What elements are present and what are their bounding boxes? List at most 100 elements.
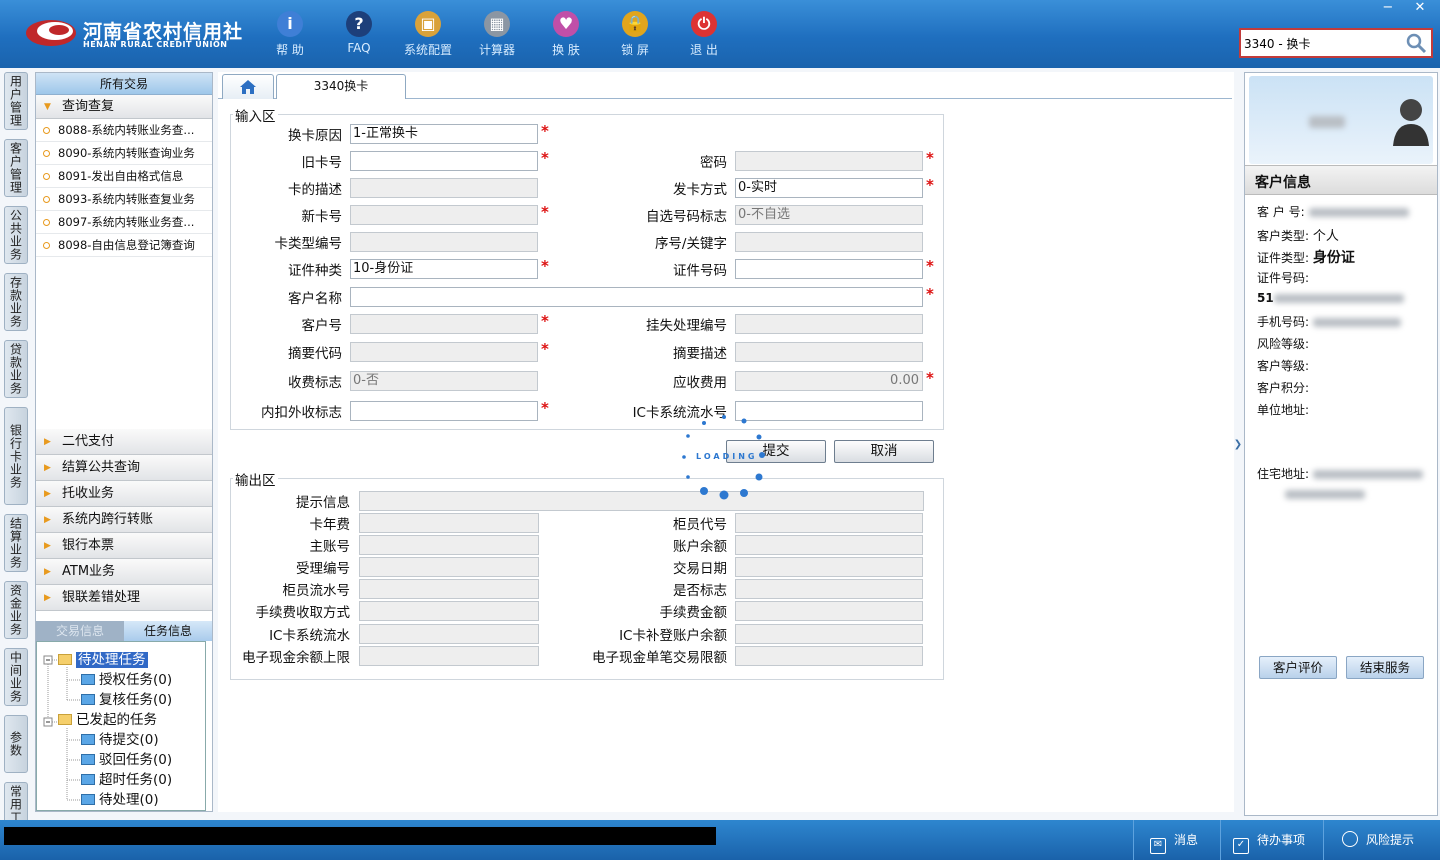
fee-amount-output[interactable] — [735, 601, 923, 621]
toolbar-button-5[interactable]: 🔒 锁 屏 — [605, 8, 665, 60]
end-service-button[interactable]: 结束服务 — [1346, 656, 1424, 679]
toolbar-button-4[interactable]: ♥ 换 肤 — [536, 8, 596, 60]
vertical-tab-5[interactable]: 银行卡业务 — [4, 407, 28, 505]
ecash-limit-output[interactable] — [359, 646, 539, 666]
minimize-button[interactable]: − — [1374, 0, 1402, 18]
acct-balance-output[interactable] — [735, 535, 923, 555]
old-card-input[interactable] — [350, 151, 538, 171]
nav-item[interactable]: 8093-系统内转账查复业务 — [36, 188, 212, 211]
password-input[interactable] — [735, 151, 923, 171]
ic-balance-output[interactable] — [735, 624, 923, 644]
new-card-input[interactable] — [350, 205, 538, 225]
toolbar-button-2[interactable]: ▣ 系统配置 — [398, 8, 458, 60]
transaction-navigator: 所有交易 ▼ 查询查复 8088-系统内转账业务查... 8090-系统内转账查询业… — [35, 72, 213, 812]
accept-no-output[interactable] — [359, 557, 539, 577]
toolbar-button-0[interactable]: i 帮 助 — [260, 8, 320, 60]
id-number-input[interactable] — [735, 259, 923, 279]
tab-3340-change-card[interactable]: 3340换卡 — [276, 74, 406, 99]
group-query-reply[interactable]: ▼ 查询查复 — [36, 95, 212, 119]
inout-flag-select[interactable] — [350, 401, 538, 421]
task-list-icon — [81, 694, 95, 705]
vertical-tab-9[interactable]: 参数 — [4, 715, 28, 773]
change-reason-select[interactable]: 1-正常换卡 — [350, 124, 538, 144]
fee-flag-select[interactable]: 0-否 — [350, 371, 538, 391]
company-address-row: 单位地址: — [1257, 401, 1309, 418]
vertical-tab-0[interactable]: 用户管理 — [4, 72, 28, 130]
transaction-search-box[interactable] — [1239, 28, 1433, 58]
tree-node-label: 驳回任务(0) — [99, 752, 173, 768]
fee-due-input[interactable]: 0.00 — [735, 371, 923, 391]
vertical-tab-2[interactable]: 公共业务 — [4, 206, 28, 264]
risk-alert-button[interactable]: 风险提示 — [1342, 828, 1414, 852]
message-button[interactable]: ✉ 消息 — [1150, 828, 1198, 854]
customer-name-input[interactable] — [350, 287, 923, 307]
tree-node-rejected[interactable]: 驳回任务(0) — [81, 751, 172, 769]
vertical-tab-6[interactable]: 结算业务 — [4, 514, 28, 572]
vertical-tab-7[interactable]: 资金业务 — [4, 581, 28, 639]
all-transactions-header[interactable]: 所有交易 — [36, 73, 212, 95]
nav-group-label: 托收业务 — [62, 486, 115, 501]
seq-key-input[interactable] — [735, 232, 923, 252]
tree-node-auth-tasks[interactable]: 授权任务(0) — [81, 671, 172, 689]
bullet-icon — [43, 219, 50, 226]
nav-item[interactable]: 8090-系统内转账查询业务 — [36, 142, 212, 165]
trade-date-output[interactable] — [735, 557, 923, 577]
nav-item[interactable]: 8098-自由信息登记簿查询 — [36, 234, 212, 257]
toolbar-button-3[interactable]: ▦ 计算器 — [467, 8, 527, 60]
card-fee-output[interactable] — [359, 513, 539, 533]
ecash-single-output[interactable] — [735, 646, 923, 666]
id-type-label: 证件类型: — [1257, 251, 1310, 265]
fee-mode-output[interactable] — [359, 601, 539, 621]
card-desc-input[interactable] — [350, 178, 538, 198]
summary-desc-input[interactable] — [735, 342, 923, 362]
vertical-tab-1[interactable]: 客户管理 — [4, 139, 28, 197]
tree-node-review-tasks[interactable]: 复核任务(0) — [81, 691, 172, 709]
summary-code-input[interactable] — [350, 342, 538, 362]
main-acct-output[interactable] — [359, 535, 539, 555]
vertical-tab-4[interactable]: 贷款业务 — [4, 340, 28, 398]
vertical-tab-3[interactable]: 存款业务 — [4, 273, 28, 331]
ic-serial-output[interactable] — [359, 624, 539, 644]
right-panel-collapse-handle[interactable]: ❯ — [1233, 420, 1243, 470]
loss-no-input[interactable] — [735, 314, 923, 334]
teller-serial-output[interactable] — [359, 579, 539, 599]
tree-node-to-submit[interactable]: 待提交(0) — [81, 731, 159, 749]
nav-group[interactable]: ▶ ATM业务 — [36, 559, 212, 585]
nav-group[interactable]: ▶ 结算公共查询 — [36, 455, 212, 481]
output-area-title: 输出区 — [233, 469, 278, 489]
id-type-select[interactable]: 10-身份证 — [350, 259, 538, 279]
cancel-button[interactable]: 取消 — [834, 440, 934, 463]
tab-trade-info[interactable]: 交易信息 — [36, 621, 124, 641]
tab-home[interactable] — [222, 74, 274, 99]
risk-row: 风险等级: — [1257, 335, 1309, 352]
tree-node-pending-tasks[interactable]: 待处理任务 — [58, 651, 148, 669]
prompt-info-output[interactable] — [359, 491, 924, 511]
card-type-select[interactable] — [350, 232, 538, 252]
customer-rating-button[interactable]: 客户评价 — [1259, 656, 1337, 679]
tab-task-info[interactable]: 任务信息 — [124, 621, 212, 641]
nav-group[interactable]: ▶ 二代支付 — [36, 429, 212, 455]
nav-group[interactable]: ▶ 银联差错处理 — [36, 585, 212, 611]
vertical-tab-8[interactable]: 中间业务 — [4, 648, 28, 706]
toolbar-button-6[interactable]: ⏻ 退 出 — [674, 8, 734, 60]
nav-group[interactable]: ▶ 系统内跨行转账 — [36, 507, 212, 533]
nav-item[interactable]: 8088-系统内转账业务查... — [36, 119, 212, 142]
tree-node-timeout[interactable]: 超时任务(0) — [81, 771, 172, 789]
transaction-search-input[interactable] — [1244, 34, 1404, 52]
teller-code-output[interactable] — [735, 513, 923, 533]
nav-item[interactable]: 8097-系统内转账业务查... — [36, 211, 212, 234]
nav-group[interactable]: ▶ 托收业务 — [36, 481, 212, 507]
nav-item[interactable]: 8091-发出自由格式信息 — [36, 165, 212, 188]
nav-group[interactable]: ▶ 银行本票 — [36, 533, 212, 559]
tree-node-initiated-tasks[interactable]: 已发起的任务 — [58, 711, 157, 729]
customer-no-input[interactable] — [350, 314, 538, 334]
yes-no-output[interactable] — [735, 579, 923, 599]
toolbar-button-1[interactable]: ? FAQ — [329, 8, 389, 60]
tree-node-to-process[interactable]: 待处理(0) — [81, 791, 159, 809]
issue-mode-select[interactable]: 0-实时 — [735, 178, 923, 198]
search-icon[interactable] — [1404, 31, 1428, 55]
todo-button[interactable]: ✓ 待办事项 — [1233, 828, 1305, 854]
close-window-button[interactable]: ✕ — [1406, 0, 1434, 18]
choose-number-select[interactable]: 0-不自选 — [735, 205, 923, 225]
nav-group-label: 二代支付 — [62, 434, 115, 449]
